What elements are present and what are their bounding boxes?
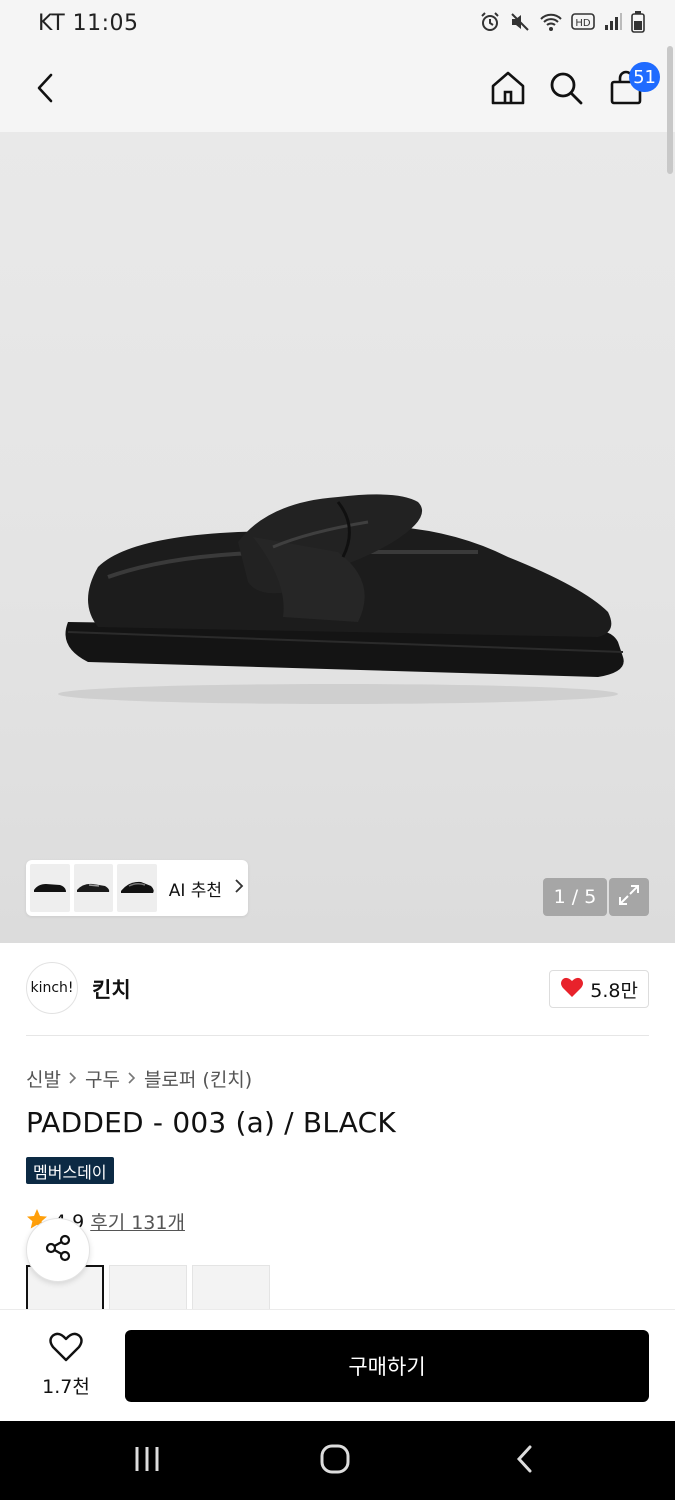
cart-count-badge: 51 bbox=[629, 62, 660, 92]
recent-apps-button[interactable] bbox=[127, 1441, 167, 1481]
expand-icon bbox=[617, 883, 641, 911]
divider bbox=[26, 1035, 649, 1036]
home-nav-icon bbox=[319, 1443, 351, 1479]
wifi-icon bbox=[539, 11, 563, 33]
share-button[interactable] bbox=[26, 1218, 90, 1282]
battery-icon bbox=[631, 11, 645, 33]
back-button[interactable] bbox=[26, 70, 66, 110]
buy-button[interactable]: 구매하기 bbox=[125, 1330, 649, 1402]
wishlist-button[interactable]: 1.7천 bbox=[26, 1332, 106, 1402]
ai-recommend-card[interactable]: AI 추천 bbox=[26, 860, 248, 916]
home-button[interactable] bbox=[488, 70, 528, 110]
back-nav-button[interactable] bbox=[505, 1441, 545, 1481]
brand-row: kinch! 킨치 5.8만 bbox=[26, 962, 649, 1016]
heart-outline-icon bbox=[49, 1332, 83, 1366]
breadcrumb-item[interactable]: 구두 bbox=[85, 1065, 120, 1092]
back-nav-icon bbox=[515, 1444, 535, 1478]
option-thumb[interactable] bbox=[109, 1265, 187, 1315]
review-count-link[interactable]: 후기 131개 bbox=[90, 1208, 185, 1235]
ai-recommend-label: AI 추천 bbox=[168, 880, 223, 901]
expand-button[interactable] bbox=[609, 878, 649, 916]
image-counter: 1 / 5 bbox=[543, 878, 607, 916]
brand-name[interactable]: 킨치 bbox=[92, 974, 131, 1004]
scrollbar[interactable] bbox=[667, 46, 673, 174]
recent-apps-icon bbox=[132, 1445, 162, 1477]
back-icon bbox=[34, 72, 58, 108]
option-thumb[interactable] bbox=[192, 1265, 270, 1315]
product-image-gallery[interactable]: AI 추천 1 / 5 bbox=[0, 132, 675, 943]
product-image-shoe bbox=[58, 494, 624, 704]
mute-icon bbox=[509, 11, 531, 33]
chevron-right-icon bbox=[234, 878, 244, 898]
hd-icon: HD bbox=[571, 12, 595, 32]
status-icons: HD bbox=[479, 11, 645, 33]
ai-thumb-3 bbox=[117, 864, 157, 912]
wishlist-count: 1.7천 bbox=[42, 1376, 90, 1398]
heart-filled-icon bbox=[560, 976, 584, 1003]
chevron-right-icon bbox=[128, 1069, 136, 1088]
member-day-badge: 멤버스데이 bbox=[26, 1157, 114, 1184]
search-button[interactable] bbox=[546, 70, 586, 110]
breadcrumb-item[interactable]: 블로퍼 (킨치) bbox=[144, 1065, 252, 1092]
ai-thumb-2 bbox=[73, 864, 114, 912]
share-icon bbox=[43, 1233, 73, 1267]
ai-thumb-1 bbox=[30, 864, 70, 912]
cart-button[interactable]: 51 bbox=[606, 62, 660, 110]
home-nav-button[interactable] bbox=[315, 1441, 355, 1481]
status-bar: KT 11:05 HD bbox=[0, 0, 675, 46]
brand-like-count: 5.8만 bbox=[590, 979, 638, 1002]
chevron-right-icon bbox=[69, 1069, 77, 1088]
brand-like-button[interactable]: 5.8만 bbox=[549, 970, 649, 1008]
status-time: KT 11:05 bbox=[38, 11, 139, 36]
product-title: PADDED - 003 (a) / BLACK bbox=[26, 1106, 396, 1139]
breadcrumb: 신발 구두 블로퍼 (킨치) bbox=[26, 1065, 252, 1092]
search-icon bbox=[548, 70, 584, 110]
brand-logo[interactable]: kinch! bbox=[26, 962, 78, 1014]
home-icon bbox=[490, 70, 526, 110]
app-header: 51 bbox=[0, 46, 675, 132]
system-nav-bar bbox=[0, 1421, 675, 1500]
svg-text:HD: HD bbox=[575, 18, 591, 29]
breadcrumb-item[interactable]: 신발 bbox=[26, 1065, 61, 1092]
bottom-action-bar: 1.7천 구매하기 bbox=[0, 1309, 675, 1421]
brand-logo-text: kinch! bbox=[30, 980, 74, 996]
alarm-icon bbox=[479, 11, 501, 33]
signal-icon bbox=[603, 12, 623, 32]
